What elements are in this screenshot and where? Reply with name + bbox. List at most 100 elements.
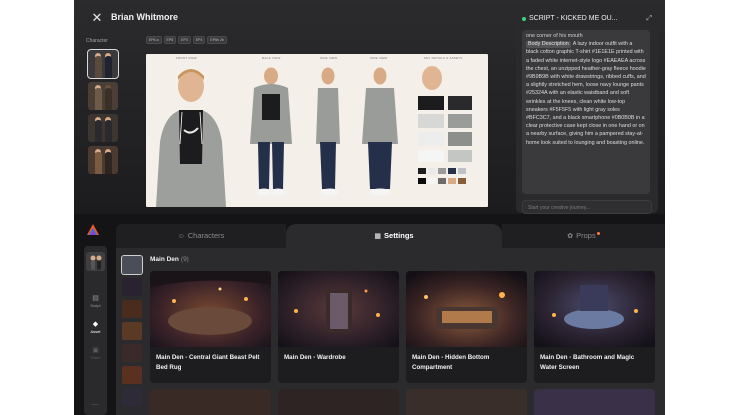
character-turnaround-art [156,66,472,207]
scene-card-title: Main Den - Central Giant Beast Pelt Bed … [156,354,260,371]
asset-tabs: ☺ Characters ▦ Settings ✿ Props [116,224,665,248]
app-logo-icon[interactable] [86,223,100,237]
figure-body [105,88,112,110]
scene-card[interactable] [406,389,527,415]
sidebar-item-label: Video [90,355,101,360]
diamond-icon: ◆ [92,321,99,328]
close-icon[interactable]: ✕ [90,11,104,25]
settings-icon: ▦ [374,233,382,240]
scene-thumbnail[interactable] [122,388,142,406]
sheet-caption: BACK VIEW [262,56,281,60]
scene-thumbnail[interactable] [122,300,142,318]
characters-icon: ☺ [177,233,185,240]
scene-image [150,271,271,347]
scene-image [278,271,399,347]
scene-thumbnail[interactable] [121,255,143,275]
chat-header: SCRIPT - KICKED ME OU... ⤢ [522,14,652,25]
figure-body [105,152,112,174]
section-name: Main Den [150,256,179,263]
scene-card-title: Main Den - Bathroom and Magic Water Scre… [540,354,635,371]
scene-card[interactable]: Main Den - Hidden Bottom Compartment [406,271,527,383]
asset-library-panel: ▤ Script ◆ Asset ▣ Video — ☺ Characters ▦… [74,214,665,415]
figure-body [95,152,102,174]
tab-label: Settings [384,231,414,240]
scene-card-title: Main Den - Hidden Bottom Compartment [412,354,490,371]
scene-thumbnail[interactable] [122,278,142,296]
scene-thumbnail[interactable] [122,322,142,340]
tab-props[interactable]: ✿ Props [502,224,665,248]
scene-card[interactable] [534,389,655,415]
version-chip[interactable]: EP4 [192,36,206,44]
settings-content: Main Den (9) Main Den - Central Giant Bea… [116,248,665,415]
tab-characters[interactable]: ☺ Characters [116,224,286,248]
version-chip[interactable]: EP8 [163,36,177,44]
sidebar-item-label: Asset [90,329,101,334]
character-detail-panel: ✕ Brian Whitmore Character EP6 a EP8 EP3… [74,0,665,214]
character-thumbnail[interactable] [88,146,118,174]
chat-title: SCRIPT - KICKED ME OU... [529,15,618,22]
scene-image [534,271,655,347]
back-view-figure [250,67,292,196]
character-thumbnail[interactable] [88,114,118,142]
expand-icon[interactable]: ⤢ [646,15,652,23]
sidebar-collapse-icon[interactable]: — [84,400,107,409]
tab-label: Props [576,231,596,240]
figure-body [95,88,102,110]
side-view-figure [362,67,398,196]
scene-card[interactable] [278,389,399,415]
sidebar-item-video[interactable]: ▣ Video [84,346,107,360]
section-count: (9) [180,256,189,263]
front-view-figure [156,69,226,207]
status-dot [522,17,526,21]
sheet-caption: KEY DETAILS & ASSETS [424,56,463,60]
sidebar-item-asset[interactable]: ◆ Asset [84,320,107,334]
sheet-caption: SIDE VIEW [370,56,388,60]
chat-message-fragment: one corner of his mouth [526,33,583,39]
sidebar: ▤ Script ◆ Asset ▣ Video — [84,246,107,415]
sidebar-item-label: Script [90,303,101,308]
script-chat-panel: SCRIPT - KICKED ME OU... ⤢ one corner of… [516,8,658,214]
chat-input[interactable]: Start your creative journey... [522,200,652,214]
character-thumbnail[interactable] [87,49,119,79]
scene-card[interactable]: Main Den - Central Giant Beast Pelt Bed … [150,271,271,383]
scene-thumbnail[interactable] [122,344,142,362]
chat-message: one corner of his mouth Body Description… [522,30,650,194]
scene-thumbnail[interactable] [122,366,142,384]
scene-card[interactable] [150,389,271,415]
film-icon: ▣ [92,347,99,354]
sheet-caption: FRONT VIEW [176,56,197,60]
key-details-grid [418,66,472,184]
character-name: Brian Whitmore [111,12,179,22]
avatar[interactable] [86,252,105,271]
figure-body [95,56,102,78]
body-description-tag: Body Description [526,41,571,49]
scene-card-title: Main Den - Wardrobe [284,354,346,361]
body-description-text: A lazy indoor outfit with a black cotton… [526,41,646,146]
scene-card[interactable]: Main Den - Bathroom and Magic Water Scre… [534,271,655,383]
props-icon: ✿ [567,233,574,240]
app-window: ✕ Brian Whitmore Character EP6 a EP8 EP3… [74,0,665,415]
figure-body [105,120,112,142]
figure-body [95,120,102,142]
character-thumbnail[interactable] [88,82,118,110]
section-title: Main Den (9) [150,256,189,263]
character-thumbnail-list [87,49,120,178]
scene-thumbnail-list [121,255,144,410]
version-chip[interactable]: EP3 [178,36,191,44]
scene-card[interactable]: Main Den - Wardrobe [278,271,399,383]
character-reference-sheet[interactable]: FRONT VIEW BACK VIEW SIDE VIEW SIDE VIEW… [146,54,488,207]
scene-image [406,271,527,347]
character-section-label: Character [86,38,108,44]
side-view-figure [316,67,340,196]
tab-settings[interactable]: ▦ Settings [286,224,502,248]
figure-body [105,56,112,78]
version-chips: EP6 a EP8 EP3 EP4 EP6b 2b [146,36,227,44]
notification-dot [596,232,600,235]
tab-label: Characters [187,231,225,240]
document-icon: ▤ [92,295,99,302]
avatar-image [86,252,105,271]
version-chip[interactable]: EP6b 2b [207,36,227,44]
sidebar-item-script[interactable]: ▤ Script [84,294,107,308]
version-chip[interactable]: EP6 a [146,36,162,44]
sheet-caption: SIDE VIEW [320,56,338,60]
